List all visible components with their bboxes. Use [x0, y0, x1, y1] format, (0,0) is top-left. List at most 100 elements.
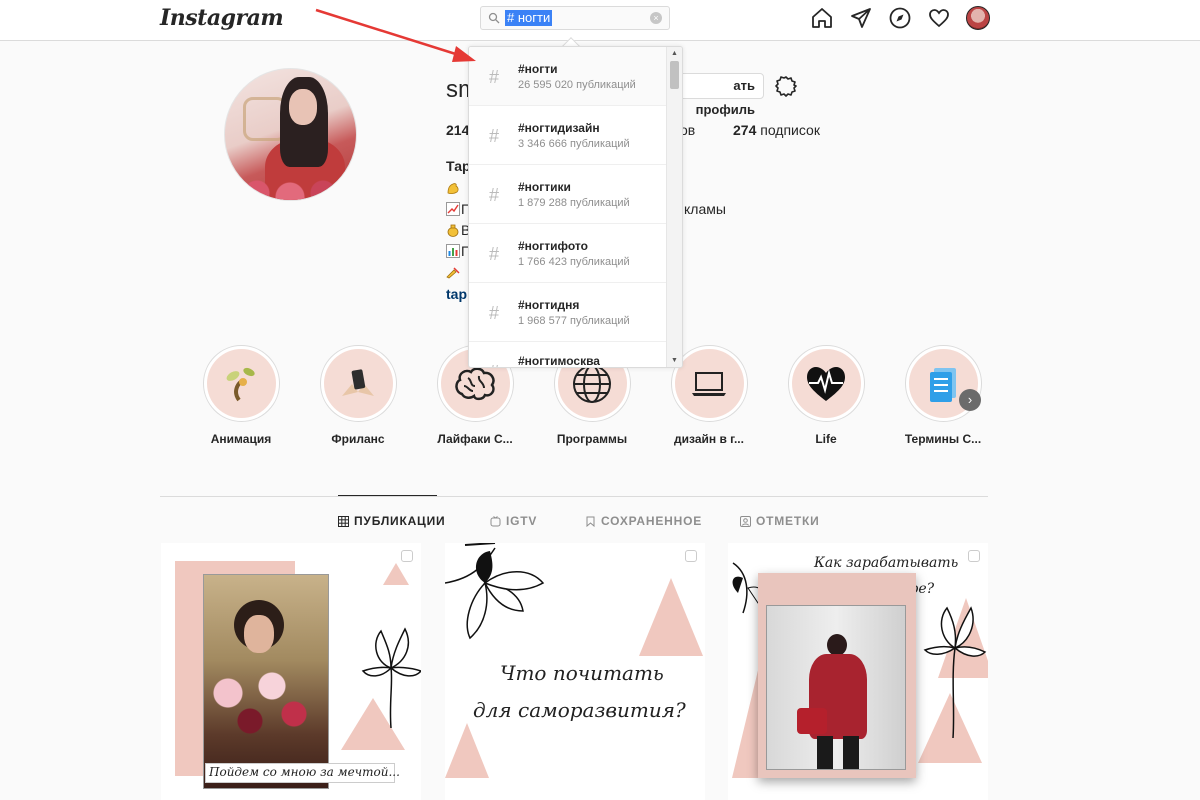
highlight-cover — [791, 349, 861, 418]
profile-avatar-small[interactable] — [966, 6, 990, 30]
tab-saved[interactable]: СОХРАНЕННОЕ — [585, 514, 702, 528]
select-checkbox[interactable] — [401, 550, 413, 562]
hashtag-icon: # — [489, 362, 499, 367]
sprout-icon — [226, 367, 255, 401]
avatar-face — [289, 89, 317, 125]
search-input[interactable]: # ногти × — [480, 6, 670, 30]
hashtag-post-count: 3 346 666 публикаций — [518, 138, 630, 150]
nav-icons — [810, 6, 990, 30]
post-thumbnail-1[interactable]: Пойдем со мною за мечтой... — [161, 543, 421, 800]
bar-chart-icon — [446, 244, 460, 258]
search-result-hashtag[interactable]: # #ногтимосква — [469, 342, 667, 368]
photo-handbag — [797, 708, 827, 734]
top-navigation-bar: Instagram # ногти × — [0, 0, 1200, 41]
highlight-ring — [787, 345, 865, 422]
active-tab-indicator — [338, 495, 437, 496]
igtv-icon — [490, 515, 501, 526]
highlight-label: Лайфаки С... — [437, 432, 513, 446]
tab-igtv[interactable]: IGTV — [490, 514, 537, 528]
highlight-label: Фриланс — [331, 432, 385, 446]
hashtag-post-count: 1 879 288 публикаций — [518, 197, 630, 209]
writing-hand-icon — [446, 267, 460, 279]
chart-increasing-icon — [446, 202, 460, 216]
search-query-text[interactable]: # ногти — [505, 10, 553, 26]
following-label: подписок — [756, 122, 820, 138]
photo-leg-left — [817, 736, 833, 769]
hashtag-post-count: 1 766 423 публикаций — [518, 256, 630, 268]
hashtag-name: #ногтидизайн — [518, 121, 600, 135]
search-result-hashtag[interactable]: # #ногтифото 1 766 423 публикаций — [469, 224, 667, 283]
highlight-ring — [202, 345, 280, 422]
post-thumbnail-2[interactable]: Что почитать для саморазвития? — [445, 543, 705, 800]
home-icon[interactable] — [810, 6, 834, 30]
photo-face — [244, 615, 274, 653]
post-thumbnail-3[interactable]: Как зарабатывать на Твиттере? — [728, 543, 988, 800]
highlight-life[interactable]: Life — [781, 345, 871, 446]
edit-profile-button[interactable]: ать профиль — [672, 73, 764, 117]
clear-search-icon[interactable]: × — [650, 12, 662, 24]
highlight-label: Анимация — [210, 432, 272, 446]
hashtag-icon: # — [489, 126, 500, 146]
tab-label: ПУБЛИКАЦИИ — [354, 514, 446, 528]
dropdown-scrollbar[interactable]: ▲ ▼ — [666, 47, 682, 367]
hashtag-name: #ногтики — [518, 180, 571, 194]
activity-heart-icon[interactable] — [927, 6, 951, 30]
tab-tagged[interactable]: ОТМЕТКИ — [740, 514, 820, 528]
select-checkbox[interactable] — [685, 550, 697, 562]
laptop-icon — [692, 371, 726, 396]
direct-messages-icon[interactable] — [849, 6, 873, 30]
hashtag-icon: # — [489, 185, 500, 205]
post-photo — [203, 574, 329, 789]
photo-leg-right — [843, 736, 859, 769]
post-caption-line1: Что почитать — [500, 661, 664, 685]
post-caption-line2: для саморазвития? — [473, 698, 686, 722]
highlight-cover — [674, 349, 744, 418]
flexed-biceps-icon — [447, 183, 459, 195]
hashtag-name: #ногтифото — [518, 239, 588, 253]
search-result-hashtag[interactable]: # #ногтики 1 879 288 публикаций — [469, 165, 667, 224]
hashtag-name: #ногти — [518, 62, 558, 76]
select-checkbox[interactable] — [968, 550, 980, 562]
highlight-freelance[interactable]: Фриланс — [313, 345, 403, 446]
photo-head — [827, 634, 847, 656]
highlights-next-arrow-icon[interactable]: › — [959, 389, 981, 411]
settings-gear-icon[interactable] — [775, 75, 797, 97]
document-icon — [930, 367, 956, 402]
tab-posts[interactable]: ПУБЛИКАЦИИ — [338, 514, 445, 528]
tabs-divider — [160, 496, 988, 497]
scroll-down-icon[interactable]: ▼ — [671, 357, 678, 364]
globe-icon — [573, 364, 611, 403]
highlight-animation[interactable]: Анимация — [196, 345, 286, 446]
phone-hands-icon — [342, 368, 374, 396]
bio-line-3: В — [446, 222, 470, 238]
photo-roses — [206, 665, 316, 735]
instagram-logo[interactable]: Instagram — [160, 5, 284, 31]
highlight-ring — [319, 345, 397, 422]
search-results-dropdown: # #ногти 26 595 020 публикаций # #ногтид… — [468, 46, 683, 368]
search-result-hashtag[interactable]: # #ногтидня 1 968 577 публикаций — [469, 283, 667, 342]
pink-triangle — [639, 578, 703, 656]
tab-label: ОТМЕТКИ — [756, 514, 820, 528]
highlight-label: Life — [815, 432, 837, 446]
post-caption-line1: Как зарабатывать — [814, 555, 959, 571]
magnolia-illustration — [923, 606, 987, 738]
heart-pulse-icon — [807, 366, 845, 401]
bio-website-link[interactable]: tap — [446, 286, 467, 302]
post-caption: Пойдем со мною за мечтой... — [209, 765, 400, 779]
hashtag-name: #ногтимосква — [518, 354, 600, 368]
profile-avatar[interactable] — [224, 68, 357, 201]
search-result-hashtag[interactable]: # #ногти 26 595 020 публикаций — [469, 47, 667, 106]
search-result-hashtag[interactable]: # #ногтидизайн 3 346 666 публикаций — [469, 106, 667, 165]
following-count[interactable]: 274 подписок — [733, 122, 820, 138]
hashtag-post-count: 1 968 577 публикаций — [518, 315, 630, 327]
explore-compass-icon[interactable] — [888, 6, 912, 30]
scroll-up-icon[interactable]: ▲ — [671, 50, 678, 57]
hashtag-icon: # — [489, 67, 500, 87]
highlight-label: Термины С... — [904, 432, 982, 446]
post-photo — [766, 605, 906, 770]
grid-icon — [338, 515, 349, 527]
tab-label: IGTV — [506, 514, 538, 528]
posts-count[interactable]: 214 — [446, 122, 469, 138]
scrollbar-thumb[interactable] — [670, 61, 679, 89]
highlight-cover — [206, 349, 276, 418]
